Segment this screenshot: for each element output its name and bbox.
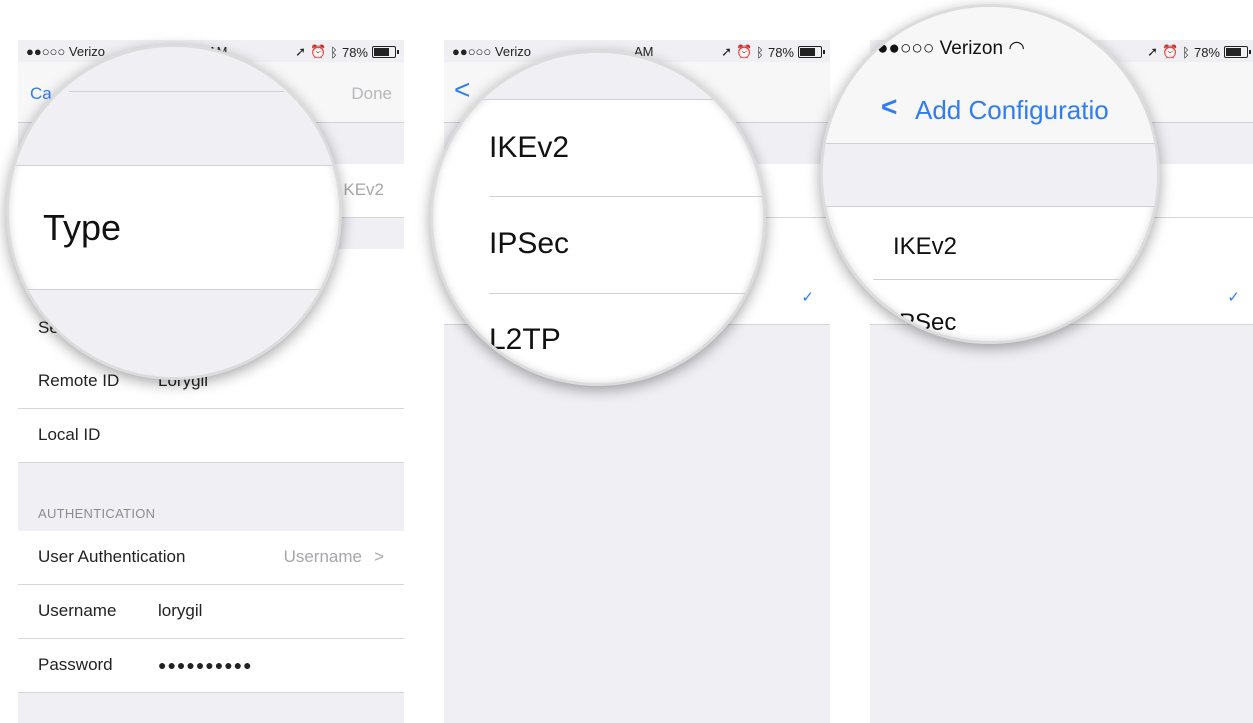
battery-icon xyxy=(372,46,399,58)
checkmark-icon: ✓ xyxy=(801,289,814,306)
password-label: Password xyxy=(38,655,113,674)
back-chevron-icon[interactable]: < xyxy=(881,91,897,123)
magnifier-add-configuration: ●●○○○ Verizon ◠ < Add Configuratio IKEv2… xyxy=(820,4,1160,344)
battery-percent: 78% xyxy=(1193,44,1220,60)
user-authentication-label: User Authentication xyxy=(38,547,186,566)
local-id-row[interactable]: Local ID xyxy=(18,409,404,463)
option-ipsec[interactable]: PSec xyxy=(899,309,956,337)
option-ikev2[interactable]: IKEv2 xyxy=(893,233,957,261)
user-authentication-value: Username xyxy=(283,547,362,566)
magnifier-type: Type xyxy=(6,44,342,380)
battery-percent: 78% xyxy=(767,44,794,60)
type-label: Type xyxy=(43,207,122,248)
username-field[interactable]: lorygil xyxy=(158,601,202,621)
signal-icon: ●●○○○ xyxy=(877,38,935,59)
carrier-name: Verizon xyxy=(939,38,1004,59)
option-ipsec[interactable]: IPSec xyxy=(489,227,569,261)
user-authentication-row[interactable]: User Authentication Username > xyxy=(18,531,404,585)
authentication-header: AUTHENTICATION xyxy=(38,506,156,521)
username-label: Username xyxy=(38,601,117,620)
battery-percent: 78% xyxy=(341,44,368,60)
bluetooth-icon: ᛒ xyxy=(1182,44,1190,60)
option-ikev2[interactable]: IKEv2 xyxy=(489,131,569,165)
battery-icon xyxy=(1224,46,1251,58)
local-id-label: Local ID xyxy=(38,425,101,444)
password-row[interactable]: Password ●●●●●●●●●● xyxy=(18,639,404,693)
wifi-icon: ◠ xyxy=(1008,38,1025,59)
add-configuration-back-button[interactable]: Add Configuratio xyxy=(915,95,1109,126)
password-field[interactable]: ●●●●●●●●●● xyxy=(158,657,253,673)
chevron-right-icon: > xyxy=(374,547,384,566)
checkmark-icon: ✓ xyxy=(1227,289,1240,306)
battery-icon xyxy=(798,46,825,58)
alarm-icon: ⏰ xyxy=(1161,44,1179,59)
username-row[interactable]: Username lorygil xyxy=(18,585,404,639)
type-value: KEv2 xyxy=(343,180,384,199)
done-button[interactable]: Done xyxy=(351,84,392,104)
magnifier-types: IKEv2 IPSec L2TP xyxy=(430,50,766,386)
option-l2tp[interactable]: L2TP xyxy=(489,323,561,357)
